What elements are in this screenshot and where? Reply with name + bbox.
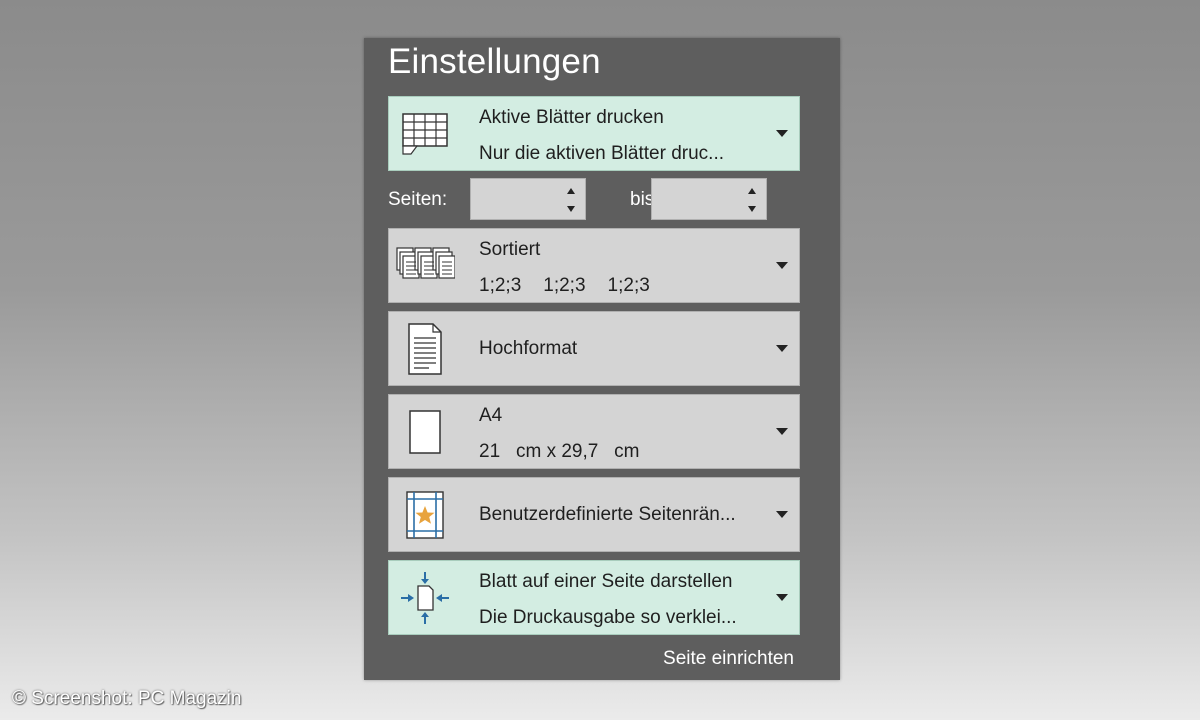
chevron-down-icon xyxy=(776,262,788,269)
pages-range-row: Seiten: bis xyxy=(388,178,808,222)
spin-down-icon[interactable] xyxy=(748,206,756,212)
blank-page-icon xyxy=(395,403,455,461)
collation-title: Sortiert xyxy=(479,239,541,260)
pages-label: Seiten: xyxy=(388,189,448,210)
sheet-grid-icon xyxy=(395,105,455,163)
orientation-dropdown[interactable]: Hochformat xyxy=(388,311,800,386)
screenshot-credit: © Screenshot: PC Magazin xyxy=(12,688,242,709)
chevron-down-icon xyxy=(776,594,788,601)
chevron-down-icon xyxy=(776,511,788,518)
print-scope-description: Nur die aktiven Blätter druc... xyxy=(479,143,724,164)
orientation-label: Hochformat xyxy=(479,338,578,359)
page-setup-link[interactable]: Seite einrichten xyxy=(663,648,794,670)
scaling-description: Die Druckausgabe so verklei... xyxy=(479,607,737,628)
paper-size-dropdown[interactable]: A4 21 cm x 29,7 cm xyxy=(388,394,800,469)
margins-dropdown[interactable]: Benutzerdefinierte Seitenrän... xyxy=(388,477,800,552)
collation-set-3: 1;2;3 xyxy=(607,275,650,296)
settings-title: Einstellungen xyxy=(388,42,601,81)
collation-set-2: 1;2;3 xyxy=(543,275,586,296)
portrait-page-icon xyxy=(395,320,455,378)
paper-size-name: A4 xyxy=(479,405,503,426)
print-settings-panel: Einstellungen Aktive Blätter drucken Nur… xyxy=(364,38,840,680)
spin-up-icon[interactable] xyxy=(567,188,575,194)
scaling-title: Blatt auf einer Seite darstellen xyxy=(479,571,733,592)
print-scope-title: Aktive Blätter drucken xyxy=(479,107,664,128)
spin-up-icon[interactable] xyxy=(748,188,756,194)
scaling-dropdown[interactable]: Blatt auf einer Seite darstellen Die Dru… xyxy=(388,560,800,635)
pages-to-stepper[interactable] xyxy=(651,178,767,220)
collation-set-1: 1;2;3 xyxy=(479,275,522,296)
pages-from-stepper[interactable] xyxy=(470,178,586,220)
chevron-down-icon xyxy=(776,428,788,435)
fit-to-page-icon xyxy=(395,569,455,627)
chevron-down-icon xyxy=(776,345,788,352)
collation-dropdown[interactable]: Sortiert 1;2;3 1;2;3 1;2;3 xyxy=(388,228,800,303)
margins-label: Benutzerdefinierte Seitenrän... xyxy=(479,504,736,525)
paper-size-dimensions: 21 cm x 29,7 cm xyxy=(479,441,640,462)
spin-down-icon[interactable] xyxy=(567,206,575,212)
chevron-down-icon xyxy=(776,130,788,137)
print-scope-dropdown[interactable]: Aktive Blätter drucken Nur die aktiven B… xyxy=(388,96,800,171)
custom-margins-icon xyxy=(395,486,455,544)
collation-order: 1;2;3 1;2;3 1;2;3 xyxy=(479,275,672,297)
collated-pages-icon xyxy=(395,237,455,295)
